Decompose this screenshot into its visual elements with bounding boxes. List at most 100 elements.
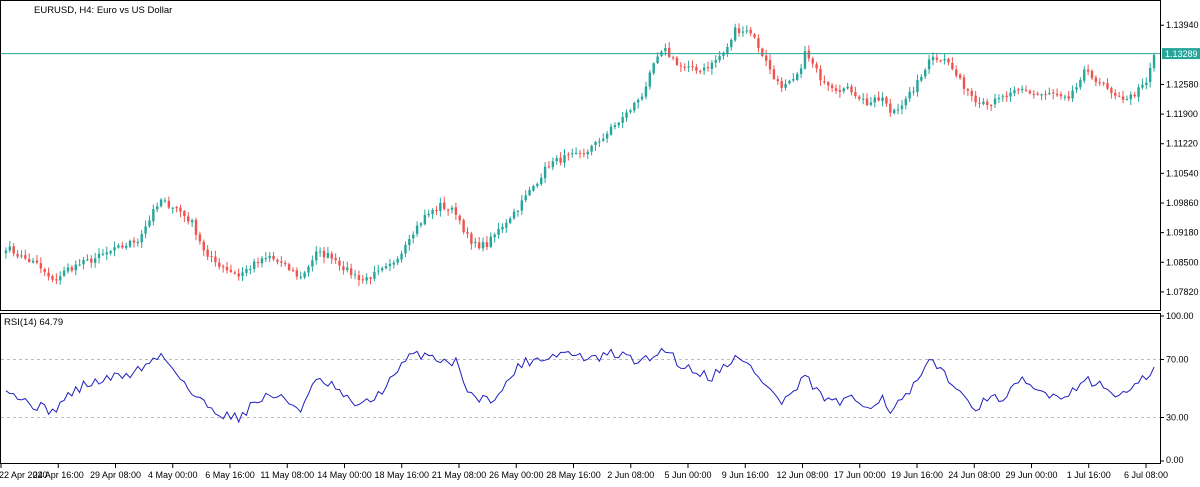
candle-body: [861, 98, 865, 100]
candle-body: [377, 270, 380, 272]
candle-body: [799, 68, 803, 74]
candle-body: [613, 125, 617, 128]
candle-body: [148, 220, 151, 227]
candle-body: [598, 141, 601, 143]
candle-body: [365, 277, 368, 281]
candle-body: [435, 210, 438, 212]
price-tick-label: 1.12580: [1166, 79, 1199, 89]
price-tick-label: 1.09860: [1166, 198, 1199, 208]
candle-body: [117, 245, 120, 248]
time-tick-label: 14 May 00:00: [317, 470, 372, 480]
candle-body: [400, 253, 403, 260]
time-axis: 22 Apr 202024 Apr 16:00 29 Apr 08:00 4 May…: [0, 463, 1168, 480]
candle-body: [124, 245, 128, 248]
candle-body: [1145, 82, 1148, 86]
candle-body: [35, 260, 39, 263]
price-tick-label: 1.08500: [1166, 257, 1199, 267]
candle-body: [1075, 87, 1078, 90]
candle-body: [307, 266, 310, 273]
candle-body: [24, 255, 27, 259]
candle-body: [648, 72, 652, 87]
candle-body: [272, 255, 275, 260]
candle-body: [206, 249, 209, 257]
candle-body: [113, 247, 116, 251]
time-tick-label: 5 Jun 00:00: [664, 470, 711, 480]
candle-body: [733, 27, 737, 41]
candle-body: [916, 80, 919, 93]
candle-body: [516, 210, 520, 212]
candle-body: [194, 219, 198, 235]
candle-body: [291, 270, 295, 272]
time-tick-label: 17 Jun 00:00: [834, 470, 886, 480]
candle-body: [524, 195, 527, 201]
candle-body: [233, 272, 236, 274]
candle-body: [303, 272, 306, 278]
candle-body: [1009, 92, 1012, 97]
candle-body: [970, 90, 973, 96]
candle-body: [322, 250, 326, 258]
candle-body: [947, 58, 950, 63]
chart-canvas[interactable]: 1.13940 1.12580 1.11900 1.11220 1.10540 1.098…: [0, 0, 1200, 487]
candle-body: [454, 207, 458, 215]
candle-body: [989, 104, 993, 106]
candle-body: [1148, 67, 1152, 82]
candle-body: [349, 268, 353, 276]
candle-body: [675, 57, 679, 65]
candle-body: [834, 88, 838, 91]
candle-body: [1067, 96, 1070, 99]
candle-body: [904, 98, 908, 106]
candle-body: [427, 213, 430, 216]
rsi-tick-label: 100.00: [1166, 311, 1194, 321]
candle-body: [214, 256, 217, 263]
candle-body: [830, 85, 834, 88]
candle-body: [412, 234, 415, 239]
candle-body: [671, 57, 675, 59]
time-tick-label: 6 May 16:00: [205, 470, 255, 480]
candle-body: [652, 63, 655, 74]
candle-body: [497, 228, 500, 235]
candle-body: [210, 256, 213, 258]
candle-body: [1052, 92, 1055, 94]
candle-body: [62, 270, 66, 276]
candle-body: [706, 67, 710, 69]
candle-body: [396, 258, 399, 263]
time-tick-label: 24 Jun 08:00: [948, 470, 1000, 480]
candle-body: [485, 242, 489, 247]
candle-body: [202, 241, 205, 251]
candle-body: [39, 263, 43, 269]
candle-body: [260, 258, 264, 264]
candle-body: [668, 47, 671, 57]
candle-body: [571, 153, 574, 155]
candle-body: [757, 38, 760, 49]
candle-body: [59, 276, 62, 281]
candle-body: [753, 34, 756, 38]
candle-body: [190, 220, 194, 223]
candle-body: [249, 269, 252, 271]
time-tick-label: 29 Jun 00:00: [1005, 470, 1057, 480]
candle-body: [388, 263, 392, 266]
candle-body: [264, 257, 268, 259]
candle-body: [687, 66, 690, 68]
price-axis: 1.13940 1.12580 1.11900 1.11220 1.10540 1.098…: [1160, 20, 1199, 297]
candle-body: [1106, 83, 1109, 89]
time-tick-label: 29 Apr 08:00: [90, 470, 141, 480]
candle-body: [16, 254, 19, 257]
candle-body: [1114, 93, 1117, 96]
candle-body: [621, 117, 624, 123]
rsi-panel[interactable]: [0, 313, 1161, 464]
candle-body: [536, 183, 539, 186]
candle-body: [881, 97, 884, 102]
time-tick-label: 4 May 00:00: [148, 470, 198, 480]
candle-body: [1005, 95, 1008, 98]
candle-body: [221, 266, 225, 268]
candle-body: [334, 257, 337, 261]
candle-body: [1133, 94, 1136, 97]
candle-body: [1137, 87, 1140, 97]
candle-body: [128, 240, 132, 247]
candle-body: [462, 219, 465, 232]
candle-body: [156, 206, 159, 210]
candle-body: [586, 151, 589, 155]
candle-body: [749, 29, 752, 34]
time-tick-label: 28 May 16:00: [546, 470, 601, 480]
candle-body: [501, 226, 504, 230]
